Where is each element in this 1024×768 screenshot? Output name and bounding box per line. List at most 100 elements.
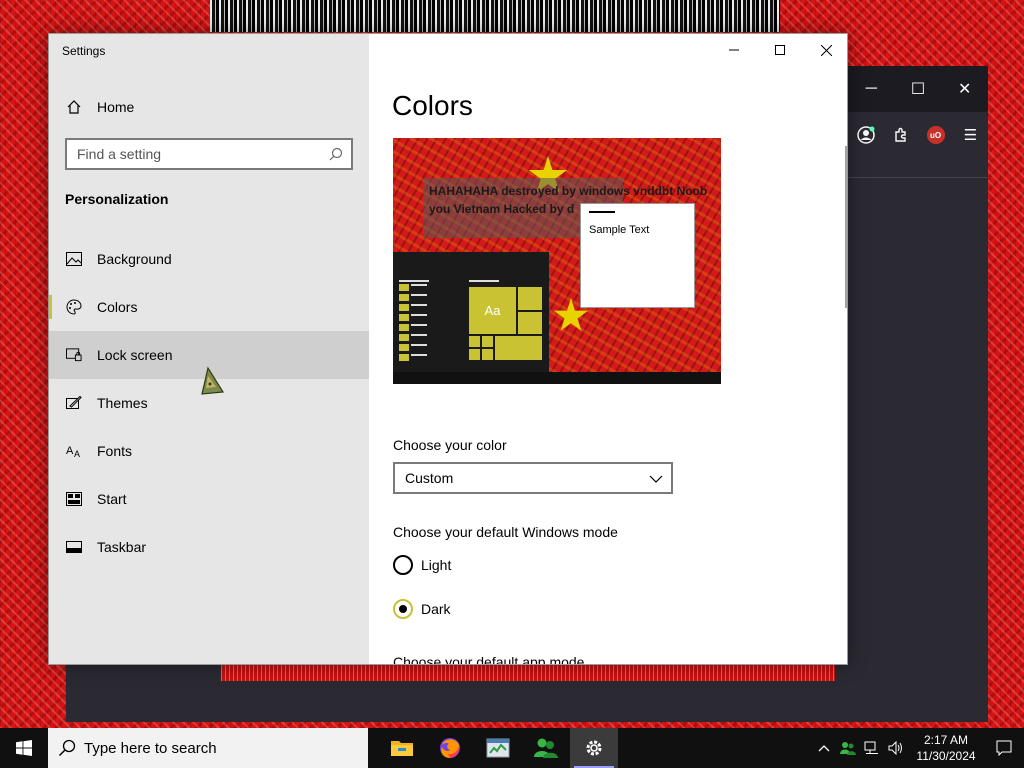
minimize-button[interactable]	[711, 34, 757, 66]
preview-tile	[469, 336, 480, 347]
firefox-icon[interactable]	[426, 728, 474, 768]
find-setting-search[interactable]	[65, 138, 353, 170]
radio-circle	[393, 555, 413, 575]
picture-icon	[66, 251, 82, 267]
settings-icon[interactable]	[570, 728, 618, 768]
network-icon[interactable]	[860, 728, 884, 768]
taskbar-icon	[66, 539, 82, 555]
settings-sidebar: Settings Home Personalization Background	[49, 34, 369, 664]
clock[interactable]: 2:17 AM 11/30/2024	[908, 732, 984, 764]
preview-tile-large: Aa	[469, 287, 516, 334]
search-icon	[58, 739, 76, 757]
preview-start-menu: Aa	[393, 252, 549, 372]
clock-date: 11/30/2024	[916, 749, 976, 763]
preview-heading-line	[469, 280, 499, 282]
windows-logo-icon	[16, 740, 32, 756]
page-title: Colors	[392, 90, 473, 121]
mouse-cursor-icon	[201, 366, 225, 395]
personalization-nav: Background Colors Lock screen Themes A A…	[49, 235, 369, 571]
browser-caption-buttons: ─ ☐ ✕	[848, 66, 988, 112]
preview-heading-line	[399, 280, 429, 282]
windows-taskbar: Type here to search 2:17 AM 11/30/2024	[0, 728, 1024, 768]
mode-light-radio[interactable]: Light	[393, 555, 451, 575]
radio-label: Dark	[421, 601, 451, 617]
chevron-down-icon	[649, 470, 663, 486]
sidebar-item-label: Colors	[97, 299, 138, 315]
preview-tile	[495, 336, 542, 360]
window-title: Settings	[62, 44, 106, 58]
preview-tile	[482, 336, 493, 347]
browser-minimize-button[interactable]: ─	[848, 80, 894, 98]
home-icon	[66, 99, 82, 115]
sidebar-item-label: Background	[97, 251, 172, 267]
svg-text:A: A	[66, 445, 74, 457]
color-select[interactable]: Custom	[393, 462, 673, 494]
system-tray: 2:17 AM 11/30/2024	[812, 728, 1024, 768]
app-mode-label: Choose your default app mode	[393, 654, 585, 665]
clock-time: 2:17 AM	[923, 733, 969, 747]
lock-screen-icon	[66, 347, 82, 363]
mode-dark-radio[interactable]: Dark	[393, 599, 451, 619]
sidebar-item-colors[interactable]: Colors	[49, 283, 369, 331]
chevron-up-icon[interactable]	[812, 728, 836, 768]
start-button[interactable]	[0, 728, 48, 768]
people-tray-icon[interactable]	[836, 728, 860, 768]
wallpaper-noise	[210, 0, 780, 32]
brush-icon	[66, 395, 82, 411]
file-explorer-icon[interactable]	[378, 728, 426, 768]
volume-icon[interactable]	[884, 728, 908, 768]
hamburger-menu-icon[interactable]: ☰	[960, 124, 982, 146]
preview-tile	[469, 349, 480, 360]
svg-text:A: A	[74, 449, 80, 459]
preview-tile	[518, 287, 542, 310]
caption-buttons	[711, 34, 847, 66]
color-preview: HAHAHAHA destroyed by windows vnddbt Noo…	[393, 138, 721, 384]
sidebar-item-label: Start	[97, 491, 127, 507]
section-heading: Personalization	[65, 191, 169, 207]
pinned-apps	[378, 728, 618, 768]
sidebar-item-label: Themes	[97, 395, 148, 411]
settings-window[interactable]: Settings Home Personalization Background	[48, 33, 848, 665]
home-nav-item[interactable]: Home	[49, 90, 369, 124]
people-icon[interactable]	[522, 728, 570, 768]
preview-tile	[482, 349, 493, 360]
choose-color-label: Choose your color	[393, 437, 507, 453]
sidebar-item-fonts[interactable]: AA Fonts	[49, 427, 369, 475]
preview-app-rail	[399, 284, 409, 368]
ublock-icon[interactable]: uO	[925, 124, 947, 146]
notification-icon[interactable]	[984, 728, 1024, 768]
close-button[interactable]	[803, 34, 847, 66]
sidebar-item-taskbar[interactable]: Taskbar	[49, 523, 369, 571]
taskbar-search-placeholder: Type here to search	[84, 739, 217, 757]
sidebar-item-background[interactable]: Background	[49, 235, 369, 283]
preview-window-bar	[589, 211, 615, 213]
scrollbar-thumb[interactable]	[845, 146, 847, 308]
taskbar-search-box[interactable]: Type here to search	[48, 728, 368, 768]
home-label: Home	[97, 99, 135, 115]
browser-close-button[interactable]: ✕	[942, 79, 988, 99]
start-icon	[66, 491, 82, 507]
sidebar-item-label: Taskbar	[97, 539, 147, 555]
browser-toolbar: uO ☰	[848, 112, 988, 178]
browser-maximize-button[interactable]: ☐	[895, 79, 941, 99]
selected-indicator	[49, 295, 52, 319]
preview-app-list	[411, 284, 427, 364]
wallpaper-strip	[221, 664, 835, 681]
colors-page: Colors HAHAHAHA destroyed by windows vnd…	[369, 34, 847, 665]
account-icon[interactable]	[855, 124, 877, 146]
windows-mode-label: Choose your default Windows mode	[393, 524, 618, 540]
search-icon	[321, 147, 351, 161]
preview-sample-text: Sample Text	[589, 224, 650, 236]
preview-window: Sample Text	[580, 203, 695, 308]
palette-icon	[66, 299, 82, 315]
maximize-button[interactable]	[757, 34, 803, 66]
extensions-icon[interactable]	[890, 124, 912, 146]
preview-tile	[518, 312, 542, 334]
sidebar-item-start[interactable]: Start	[49, 475, 369, 523]
radio-circle	[393, 599, 413, 619]
sidebar-item-label: Fonts	[97, 443, 133, 459]
color-select-value: Custom	[405, 470, 454, 486]
task-manager-icon[interactable]	[474, 728, 522, 768]
find-setting-input[interactable]	[77, 146, 321, 162]
radio-dot	[399, 605, 407, 613]
